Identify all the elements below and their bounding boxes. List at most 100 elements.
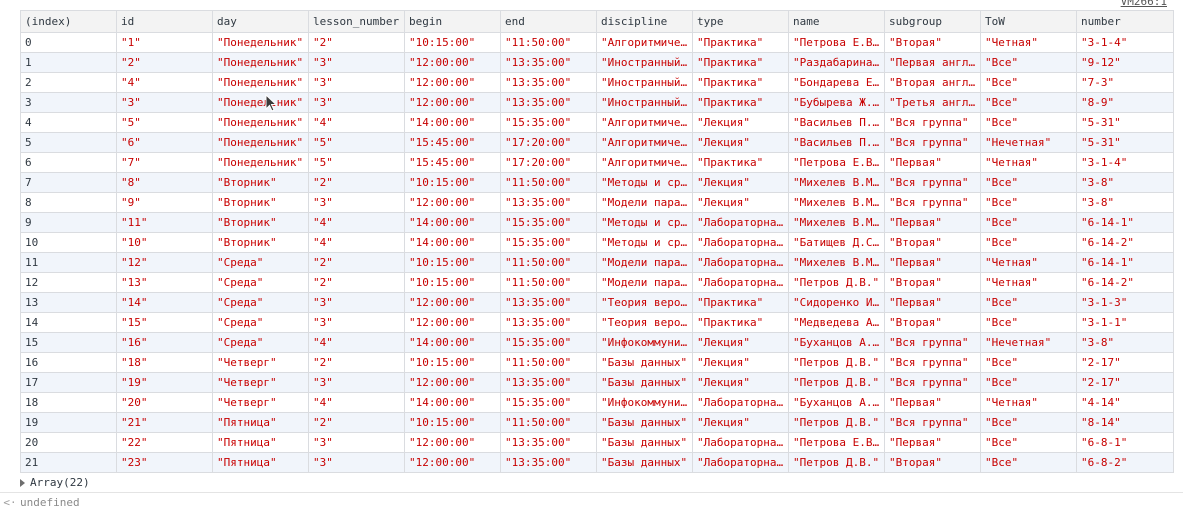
table-row: 12 "13" "Среда" "2" "10:15:00" "11:50:00" "Мод… (20, 272, 1174, 293)
table-cell: "8-14" (1076, 412, 1174, 433)
table-cell: "2" (308, 352, 405, 373)
table-cell: "Среда" (212, 292, 309, 313)
table-cell: "Пятница" (212, 432, 309, 453)
table-cell: "Базы данных" (596, 432, 693, 453)
table-cell: "20" (116, 392, 213, 413)
table-header-row: (index) id day lesson_number begin end discipl… (20, 10, 1174, 33)
table-cell: "Модели пара… (596, 252, 693, 273)
table-cell: 7 (20, 172, 117, 193)
table-cell: "Вторник" (212, 172, 309, 193)
array-summary[interactable]: Array(22) (20, 475, 90, 491)
table-cell: "Первая" (884, 292, 981, 313)
column-header-subgroup[interactable]: subgroup (884, 10, 981, 33)
column-header-name[interactable]: name (788, 10, 885, 33)
table-cell: "Инфокоммуни… (596, 392, 693, 413)
table-cell: "Иностранный… (596, 92, 693, 113)
table-cell: "Лабораторна… (692, 212, 789, 233)
table-cell: "Васильев П.… (788, 112, 885, 133)
table-cell: 19 (20, 412, 117, 433)
table-cell: "Первая" (884, 152, 981, 173)
table-cell: "Практика" (692, 72, 789, 93)
table-cell: "21" (116, 412, 213, 433)
table-cell: "Понедельник" (212, 92, 309, 113)
table-cell: "Лекция" (692, 352, 789, 373)
table-cell: "Иностранный… (596, 72, 693, 93)
table-cell: "3" (308, 72, 405, 93)
table-cell: "Практика" (692, 152, 789, 173)
table-cell: "12" (116, 252, 213, 273)
column-header-type[interactable]: type (692, 10, 789, 33)
table-cell: "Понедельник" (212, 152, 309, 173)
table-row: 10 "10" "Вторник" "4" "14:00:00" "15:35:00" "М… (20, 232, 1174, 253)
table-cell: "12:00:00" (404, 52, 501, 73)
table-cell: "10:15:00" (404, 252, 501, 273)
table-cell: "Медведева А… (788, 312, 885, 333)
table-cell: "4" (308, 392, 405, 413)
table-cell: "3" (308, 52, 405, 73)
column-header-tow[interactable]: ToW (980, 10, 1077, 33)
table-cell: 0 (20, 32, 117, 53)
column-header-end[interactable]: end (500, 10, 597, 33)
table-cell: "3-8" (1076, 332, 1174, 353)
table-cell: 13 (20, 292, 117, 313)
table-cell: "Теория веро… (596, 292, 693, 313)
table-cell: "Практика" (692, 32, 789, 53)
table-cell: "Среда" (212, 312, 309, 333)
table-cell: "14:00:00" (404, 112, 501, 133)
table-cell: "14:00:00" (404, 392, 501, 413)
expand-triangle-icon[interactable] (20, 479, 25, 487)
table-cell: "Алгоритмиче… (596, 132, 693, 153)
table-cell: "Модели пара… (596, 192, 693, 213)
table-row: 15 "16" "Среда" "4" "14:00:00" "15:35:00" "Инф… (20, 332, 1174, 353)
table-cell: "Лекция" (692, 372, 789, 393)
table-cell: "Базы данных" (596, 452, 693, 473)
table-cell: "Вторая" (884, 232, 981, 253)
table-cell: "Все" (980, 92, 1077, 113)
table-cell: "13:35:00" (500, 192, 597, 213)
table-cell: 21 (20, 452, 117, 473)
table-cell: "10:15:00" (404, 352, 501, 373)
column-header-lesson-number[interactable]: lesson_number (308, 10, 405, 33)
table-cell: "3" (116, 92, 213, 113)
table-cell: "Петров Д.В." (788, 372, 885, 393)
table-cell: "12:00:00" (404, 372, 501, 393)
table-cell: "Все" (980, 412, 1077, 433)
column-header-begin[interactable]: begin (404, 10, 501, 33)
table-row: 16 "18" "Четверг" "2" "10:15:00" "11:50:00" "Б… (20, 352, 1174, 373)
table-cell: "Михелев В.М… (788, 252, 885, 273)
source-link[interactable]: VM266:1 (1121, 0, 1167, 9)
table-cell: "11:50:00" (500, 412, 597, 433)
table-cell: "Вторая" (884, 272, 981, 293)
table-cell: "Все" (980, 352, 1077, 373)
table-row: 17 "19" "Четверг" "3" "12:00:00" "13:35:00" "Б… (20, 372, 1174, 393)
column-header-id[interactable]: id (116, 10, 213, 33)
column-header-number[interactable]: number (1076, 10, 1174, 33)
table-cell: "10:15:00" (404, 172, 501, 193)
column-header-discipline[interactable]: discipline (596, 10, 693, 33)
table-cell: "11:50:00" (500, 252, 597, 273)
table-cell: "2" (308, 252, 405, 273)
table-cell: "Все" (980, 312, 1077, 333)
table-cell: "Практика" (692, 292, 789, 313)
column-header-index[interactable]: (index) (20, 10, 117, 33)
table-cell: "Михелев В.М… (788, 212, 885, 233)
table-cell: "Лабораторна… (692, 272, 789, 293)
table-cell: "12:00:00" (404, 452, 501, 473)
table-cell: "Понедельник" (212, 132, 309, 153)
table-cell: "Вся группа" (884, 352, 981, 373)
table-cell: "6-14-2" (1076, 272, 1174, 293)
table-cell: "13:35:00" (500, 92, 597, 113)
column-header-day[interactable]: day (212, 10, 309, 33)
table-cell: "2" (116, 52, 213, 73)
table-cell: "Петров Д.В." (788, 412, 885, 433)
table-cell: "Раздабарина… (788, 52, 885, 73)
table-cell: "15:35:00" (500, 212, 597, 233)
table-cell: "13:35:00" (500, 292, 597, 313)
table-cell: "2" (308, 272, 405, 293)
table-cell: "13:35:00" (500, 432, 597, 453)
table-cell: "Лекция" (692, 332, 789, 353)
table-cell: "5-31" (1076, 112, 1174, 133)
table-cell: "Базы данных" (596, 372, 693, 393)
table-body: 0 "1" "Понедельник" "2" "10:15:00" "11:50:00"… (20, 32, 1174, 473)
table-cell: "8" (116, 172, 213, 193)
